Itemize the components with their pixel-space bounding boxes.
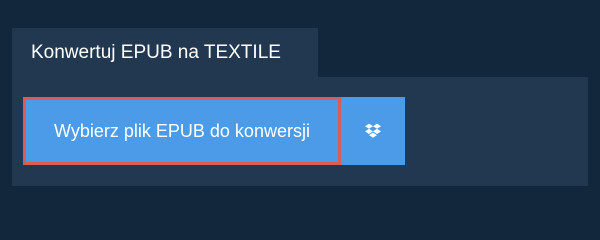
dropbox-icon [364,123,382,139]
choose-epub-file-button[interactable]: Wybierz plik EPUB do konwersji [23,97,341,165]
dropbox-button[interactable] [341,97,405,165]
converter-tab-title: Konwertuj EPUB na TEXTILE [12,28,318,77]
